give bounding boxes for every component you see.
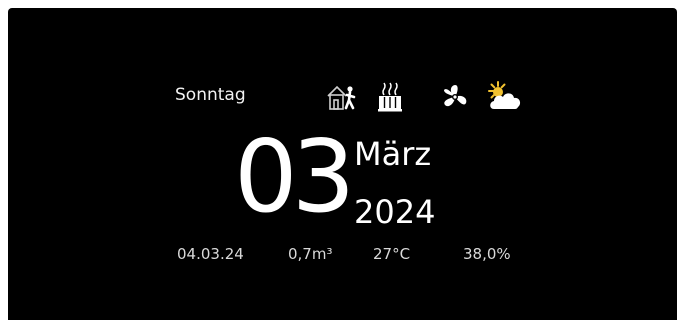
month-label: März bbox=[354, 135, 432, 173]
heater-icon bbox=[378, 82, 402, 112]
temperature-readout: 27°C bbox=[373, 245, 411, 263]
display-screen: Sonntag 03 März 2024 04.03.24 0,7m³ 27°C… bbox=[8, 8, 677, 320]
fan-icon bbox=[444, 85, 467, 107]
partly-cloudy-icon bbox=[488, 81, 521, 109]
volume-readout: 0,7m³ bbox=[288, 245, 333, 263]
away-from-home-icon bbox=[327, 85, 356, 110]
short-date-readout: 04.03.24 bbox=[177, 245, 244, 263]
humidity-readout: 38,0% bbox=[463, 245, 511, 263]
day-number: 03 bbox=[234, 118, 355, 235]
weekday-label: Sonntag bbox=[175, 85, 246, 105]
year-label: 2024 bbox=[354, 193, 436, 231]
